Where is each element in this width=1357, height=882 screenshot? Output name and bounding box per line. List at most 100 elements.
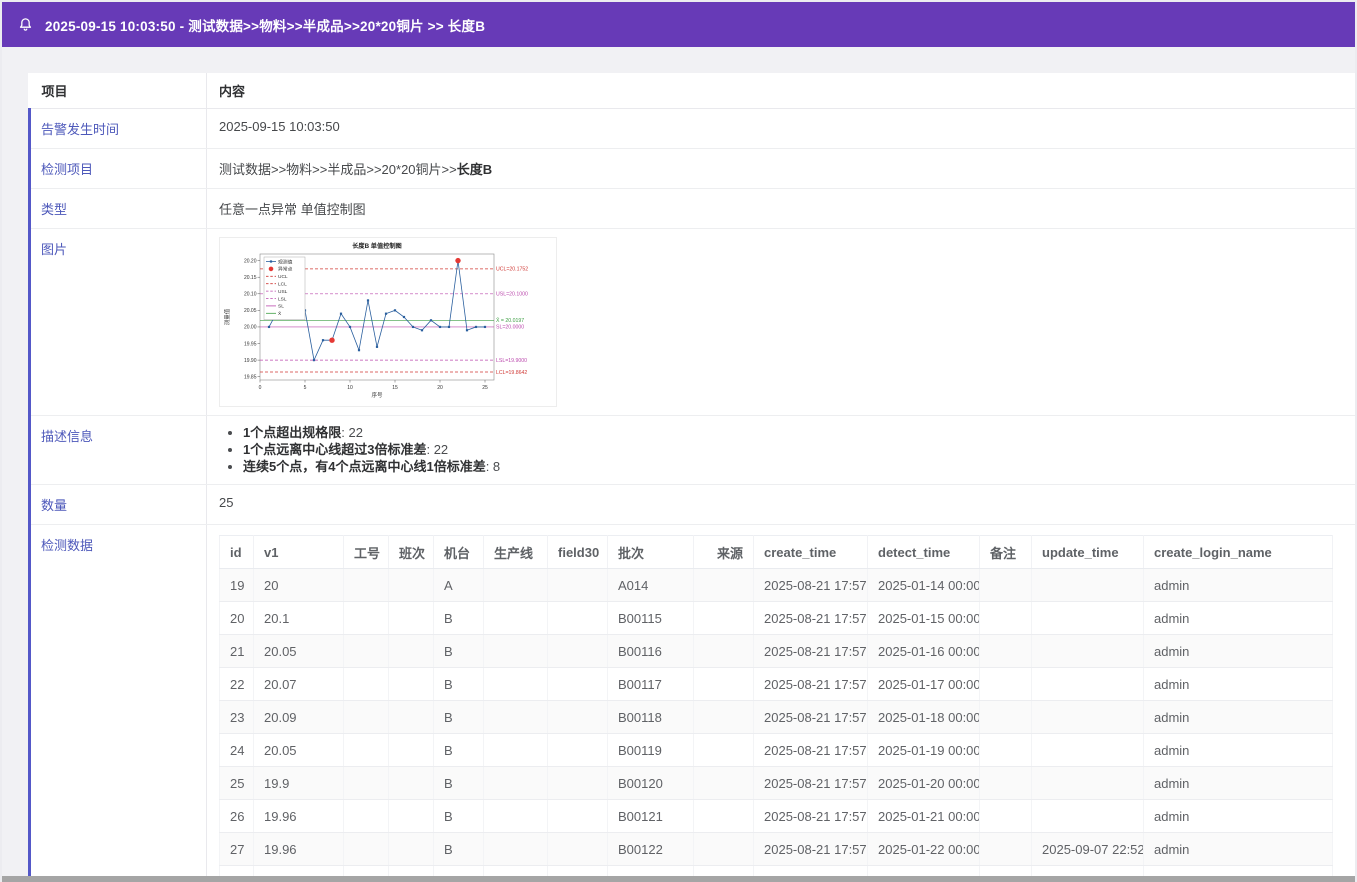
- detect-item-value: 测试数据>>物料>>半成品>>20*20铜片>>长度B: [207, 149, 1356, 189]
- cell-工号: [344, 767, 389, 800]
- control-chart-image[interactable]: UCL=20.1752USL=20.1000X̄ = 20.0197SL=20.…: [219, 237, 557, 407]
- svg-text:19.85: 19.85: [244, 374, 257, 380]
- cell-update_time: 2025-09-07 22:52:34: [1032, 833, 1144, 866]
- cell-v1: 20.05: [254, 635, 344, 668]
- table-row: 2619.96BB001212025-08-21 17:57:002025-01…: [220, 800, 1333, 833]
- bullet-rule: 1个点远离中心线超过3倍标准差: [243, 442, 426, 457]
- cell-id: 27: [220, 833, 254, 866]
- svg-text:5: 5: [304, 385, 307, 391]
- cell-create_time: 2025-08-21 17:57:00: [754, 767, 868, 800]
- cell-生产线: [484, 569, 548, 602]
- bullet-value: : 22: [426, 442, 448, 457]
- cell-来源: [694, 701, 754, 734]
- cell-生产线: [484, 833, 548, 866]
- cell-v1: 19.96: [254, 833, 344, 866]
- cell-field30: [548, 734, 608, 767]
- cell-v1: 20: [254, 569, 344, 602]
- column-header-班次: 班次: [389, 536, 434, 569]
- cell-detect_time: 2025-01-17 00:00:00: [868, 668, 980, 701]
- cell-来源: [694, 734, 754, 767]
- bullet-value: : 22: [341, 425, 363, 440]
- cell-id: 19: [220, 569, 254, 602]
- cell-update_time: [1032, 800, 1144, 833]
- row-detect-item: 检测项目 测试数据>>物料>>半成品>>20*20铜片>>长度B: [30, 149, 1356, 189]
- type-value: 任意一点异常 单值控制图: [207, 189, 1356, 229]
- svg-text:20.15: 20.15: [244, 275, 257, 281]
- cell-班次: [389, 734, 434, 767]
- cell-班次: [389, 767, 434, 800]
- cell-备注: [980, 833, 1032, 866]
- cell-批次: B00116: [608, 635, 694, 668]
- cell-field30: [548, 800, 608, 833]
- cell-班次: [389, 569, 434, 602]
- cell-v1: 20.05: [254, 734, 344, 767]
- cell-来源: [694, 833, 754, 866]
- control-chart: UCL=20.1752USL=20.1000X̄ = 20.0197SL=20.…: [220, 238, 556, 406]
- svg-text:0: 0: [259, 385, 262, 391]
- cell-update_time: [1032, 635, 1144, 668]
- description-bullet: 1个点远离中心线超过3倍标准差: 22: [243, 441, 1343, 458]
- column-header-机台: 机台: [434, 536, 484, 569]
- cell-批次: B00115: [608, 602, 694, 635]
- svg-text:测量值: 测量值: [223, 308, 231, 325]
- cell-detect_time: 2025-01-18 00:00:00: [868, 701, 980, 734]
- cell-生产线: [484, 734, 548, 767]
- detect-item-label: 检测项目: [30, 149, 207, 189]
- cell-id: 21: [220, 635, 254, 668]
- cell-create_login_name: admin: [1144, 602, 1333, 635]
- bullet-value: : 8: [486, 459, 500, 474]
- cell-create_login_name: admin: [1144, 668, 1333, 701]
- svg-text:序号: 序号: [371, 391, 383, 399]
- detect-item-name: 长度B: [457, 162, 492, 177]
- cell-班次: [389, 668, 434, 701]
- bullet-rule: 连续5个点，有4个点远离中心线1倍标准差: [243, 459, 486, 474]
- svg-text:LCL: LCL: [278, 282, 287, 288]
- alert-detail-card: 项目 内容 告警发生时间 2025-09-15 10:03:50 检测项目 测试…: [28, 73, 1355, 882]
- cell-批次: B00118: [608, 701, 694, 734]
- bell-icon: [17, 16, 34, 33]
- cell-create_time: 2025-08-21 17:57:00: [754, 701, 868, 734]
- cell-create_time: 2025-08-21 17:57:00: [754, 833, 868, 866]
- svg-text:LSL: LSL: [278, 296, 287, 302]
- cell-create_login_name: admin: [1144, 833, 1333, 866]
- column-header-create_login_name: create_login_name: [1144, 536, 1333, 569]
- cell-机台: B: [434, 833, 484, 866]
- svg-text:X̄ = 20.0197: X̄ = 20.0197: [496, 317, 524, 324]
- svg-text:15: 15: [392, 385, 398, 391]
- cell-update_time: [1032, 569, 1144, 602]
- cell-v1: 20.1: [254, 602, 344, 635]
- cell-update_time: [1032, 701, 1144, 734]
- svg-text:SL=20.0000: SL=20.0000: [496, 325, 524, 331]
- cell-备注: [980, 734, 1032, 767]
- svg-text:异常点: 异常点: [278, 266, 293, 273]
- cell-机台: B: [434, 767, 484, 800]
- image-label: 图片: [30, 229, 207, 416]
- cell-生产线: [484, 701, 548, 734]
- table-row: 2519.9BB001202025-08-21 17:57:002025-01-…: [220, 767, 1333, 800]
- cell-create_time: 2025-08-21 17:57:00: [754, 602, 868, 635]
- cell-create_time: 2025-08-21 17:57:00: [754, 569, 868, 602]
- cell-来源: [694, 635, 754, 668]
- svg-text:20.05: 20.05: [244, 308, 257, 314]
- cell-生产线: [484, 668, 548, 701]
- svg-text:USL: USL: [278, 289, 288, 295]
- cell-备注: [980, 767, 1032, 800]
- cell-工号: [344, 800, 389, 833]
- cell-detect_time: 2025-01-22 00:00:00: [868, 833, 980, 866]
- cell-机台: B: [434, 734, 484, 767]
- svg-text:LCL=19.8642: LCL=19.8642: [496, 370, 527, 376]
- cell-v1: 20.07: [254, 668, 344, 701]
- cell-工号: [344, 635, 389, 668]
- detect-item-path: 测试数据>>物料>>半成品>>20*20铜片>>: [219, 162, 457, 177]
- cell-批次: B00122: [608, 833, 694, 866]
- cell-生产线: [484, 800, 548, 833]
- cell-field30: [548, 602, 608, 635]
- cell-detect_time: 2025-01-15 00:00:00: [868, 602, 980, 635]
- bottom-scrollbar[interactable]: [2, 876, 1355, 882]
- column-header-v1: v1: [254, 536, 344, 569]
- cell-生产线: [484, 602, 548, 635]
- svg-text:LSL=19.9000: LSL=19.9000: [496, 358, 527, 364]
- table-row: 2220.07BB001172025-08-21 17:57:002025-01…: [220, 668, 1333, 701]
- svg-text:观测值: 观测值: [278, 258, 293, 265]
- table-row: 2320.09BB001182025-08-21 17:57:002025-01…: [220, 701, 1333, 734]
